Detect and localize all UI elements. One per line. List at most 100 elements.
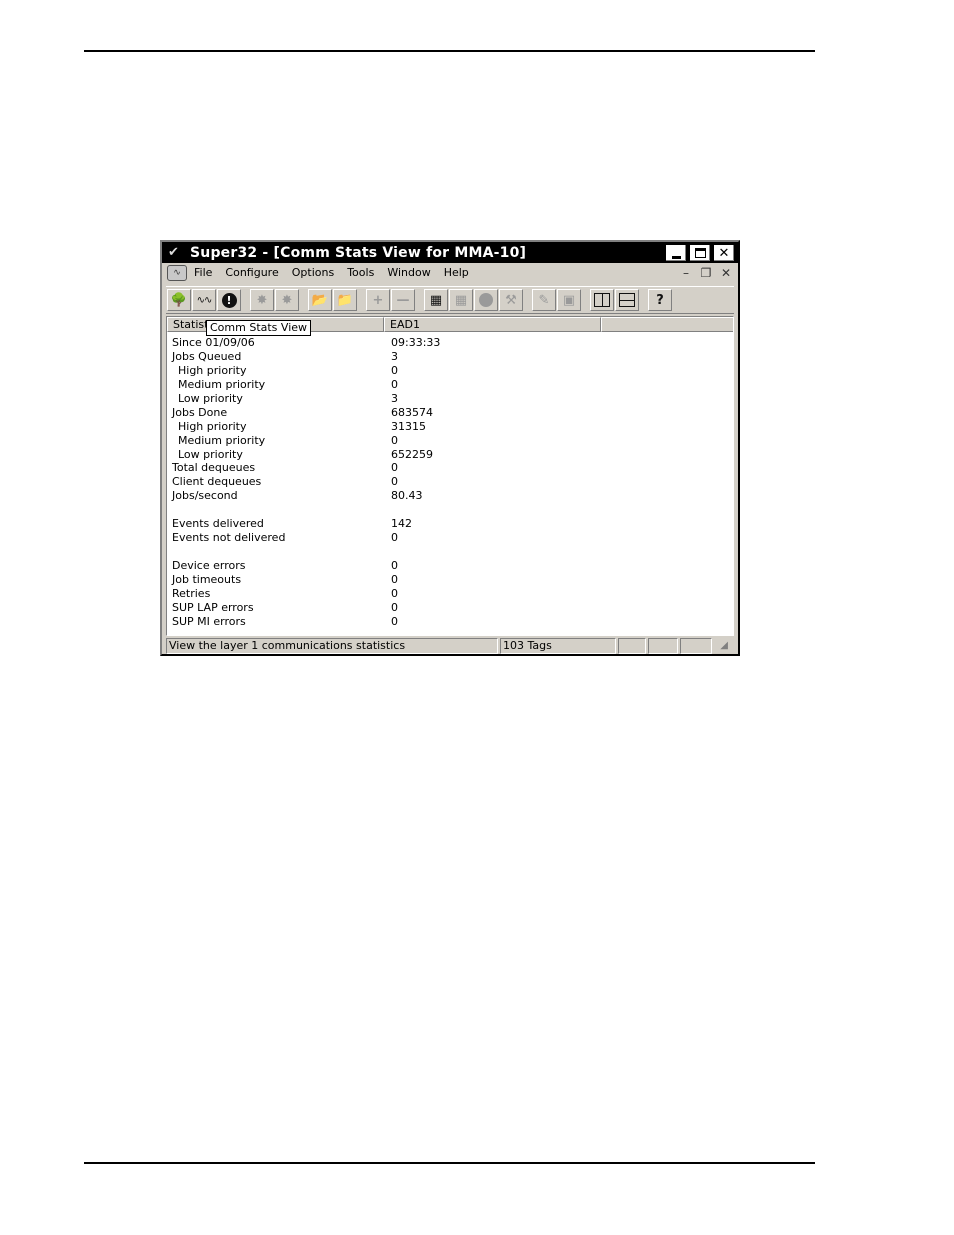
menu-bar: ∿ File Configure Options Tools Window He… [162,263,738,283]
row-label: SUP LAP errors [172,600,254,614]
tree-icon: 🌳 [170,292,188,308]
menu-configure[interactable]: Configure [219,263,284,283]
network-disabled-icon: ✸ [256,292,268,308]
alarm-button[interactable]: ! [217,289,241,311]
pencil-disabled-icon: ✎ [538,292,550,308]
export-folder-button[interactable]: 📁 [333,289,357,311]
menu-tools[interactable]: Tools [341,263,380,283]
split-vertical-button[interactable] [590,289,614,311]
grid-rows: Since 01/09/06 09:33:33 Jobs Queued 3 High p… [167,336,733,629]
status-pane-3 [618,638,646,654]
maximize-button[interactable] [689,244,711,262]
tree-view-button[interactable]: 🌳 [167,289,191,311]
split-horizontal-button[interactable] [615,289,639,311]
table-row[interactable]: Events not delivered 0 [167,531,733,545]
header-ead1[interactable]: EAD1 [384,317,601,332]
menu-options[interactable]: Options [286,263,340,283]
maximize-icon [694,248,706,258]
row-value: 0 [391,377,398,391]
table-row[interactable]: Low priority 652259 [167,448,733,462]
edit-button[interactable]: ▣ [557,289,581,311]
checklist-button[interactable]: ▦ [424,289,448,311]
menu-file[interactable]: File [188,263,218,283]
table-row[interactable]: SUP MI errors 0 [167,615,733,629]
row-label: SUP MI errors [172,614,246,628]
table-row[interactable]: Medium priority 0 [167,434,733,448]
folder-open-icon: 📂 [311,292,329,308]
row-value [386,545,586,559]
row-label: Jobs Queued [172,349,242,363]
row-value [386,503,586,517]
child-window-icon[interactable]: ∿ [167,265,187,281]
table-row[interactable]: Jobs/second 80.43 [167,489,733,503]
row-label: Retries [172,586,211,600]
row-label [167,503,386,517]
table-row[interactable]: Medium priority 0 [167,378,733,392]
checklist-icon: ▦ [429,292,443,308]
status-tags: 103 Tags [500,638,616,654]
help-button[interactable]: ? [648,289,672,311]
exclamation-icon: ! [221,292,237,308]
tools-disabled-icon: ⚒ [505,292,517,308]
row-label: High priority [178,363,247,377]
title-bar[interactable]: ✔ Super32 - [Comm Stats View for MMA-10]… [162,242,738,263]
row-value: 0 [391,586,398,600]
table-row[interactable] [167,503,733,517]
row-value: 683574 [391,405,433,419]
table-row[interactable]: SUP LAP errors 0 [167,601,733,615]
table-row[interactable]: Jobs Done 683574 [167,406,733,420]
table-row[interactable]: Low priority 3 [167,392,733,406]
menu-help[interactable]: Help [438,263,475,283]
tag-disabled-icon [479,293,493,307]
row-label: Total dequeues [172,461,256,475]
split-horizontal-icon [619,293,635,307]
mdi-minimize-button[interactable]: – [678,265,694,281]
comm-stats-button[interactable]: ∿∿ [192,289,216,311]
row-value: 31315 [391,419,426,433]
menu-window[interactable]: Window [381,263,436,283]
mdi-controls: – ❐ ✕ [678,265,734,281]
mdi-restore-button[interactable]: ❐ [698,265,714,281]
row-value: 3 [391,391,398,405]
folder-export-icon: 📁 [336,292,354,308]
pencil-button[interactable]: ✎ [532,289,556,311]
table-row[interactable]: Total dequeues 0 [167,461,733,475]
minimize-icon [671,256,681,259]
tag-button[interactable] [474,289,498,311]
tools-button[interactable]: ⚒ [499,289,523,311]
table-row[interactable]: Retries 0 [167,587,733,601]
tooltip: Comm Stats View [206,320,312,336]
network-button-1[interactable]: ✸ [250,289,274,311]
network-button-2[interactable]: ✸ [275,289,299,311]
table-row[interactable]: Jobs Queued 3 [167,350,733,364]
table-row[interactable]: Device errors 0 [167,559,733,573]
waveform-icon: ∿∿ [196,294,213,306]
add-icon: + [372,292,384,308]
mdi-close-button[interactable]: ✕ [718,265,734,281]
header-empty[interactable] [601,317,733,332]
table-row[interactable]: Job timeouts 0 [167,573,733,587]
remove-button[interactable]: — [391,289,415,311]
row-label: Jobs Done [172,405,228,419]
table-row[interactable]: Client dequeues 0 [167,475,733,489]
resize-grip-icon[interactable]: ◢ [714,638,728,654]
row-value: 3 [391,349,398,363]
table-row[interactable]: Events delivered 142 [167,517,733,531]
table-row[interactable]: Since 01/09/06 09:33:33 [167,336,733,350]
status-pane-5 [680,638,712,654]
app-window: ✔ Super32 - [Comm Stats View for MMA-10]… [160,240,740,656]
minimize-button[interactable] [665,244,687,262]
window-controls: ✕ [665,244,735,262]
split-vertical-icon [594,293,610,307]
row-label: Medium priority [178,377,266,391]
row-value: 142 [391,517,412,531]
status-pane-4 [648,638,678,654]
add-button[interactable]: + [366,289,390,311]
checklist-x-button[interactable]: ▦ [449,289,473,311]
row-value: 0 [391,433,398,447]
table-row[interactable] [167,545,733,559]
close-button[interactable]: ✕ [713,244,735,262]
open-folder-button[interactable]: 📂 [308,289,332,311]
table-row[interactable]: High priority 0 [167,364,733,378]
table-row[interactable]: High priority 31315 [167,420,733,434]
